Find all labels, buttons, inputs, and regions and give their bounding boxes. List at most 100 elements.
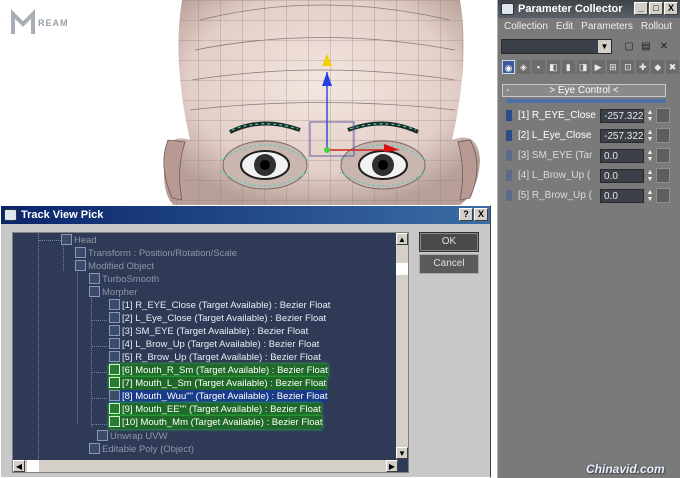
tree-node[interactable]: Unwrap UVW (97, 430, 168, 443)
param-select-toggle[interactable] (506, 130, 512, 141)
menu-rollout[interactable]: Rollout (641, 21, 672, 36)
tree-node[interactable]: [2] L_Eye_Close (Target Available) : Bez… (109, 312, 326, 325)
tree-node[interactable]: Head (61, 234, 97, 247)
scroll-right-icon[interactable]: ▶ (386, 460, 398, 472)
curve-icon (109, 403, 120, 414)
copy-collection-icon[interactable]: ▤ (640, 40, 652, 53)
menu-edit[interactable]: Edit (556, 21, 573, 36)
tree-node[interactable]: [6] Mouth_R_Sm (Target Available) : Bezi… (109, 364, 328, 377)
param-toolbar: ◉ ◈ ▪ ◧ ▮ ◨ ▶ ⊞ ⊡ ✚ ◆ ✖ (500, 60, 680, 78)
parameter-collector-titlebar[interactable]: Parameter Collector _ □ X (498, 0, 680, 18)
show-selected-icon[interactable]: ◆ (651, 60, 665, 74)
pick-node-button[interactable] (656, 128, 670, 143)
horizontal-scrollbar[interactable]: ◀ ▶ (13, 460, 398, 472)
track-tree[interactable]: Head Transform : Position/Rotation/Scale… (12, 232, 409, 473)
tree-node-label: Modified Object (88, 261, 155, 272)
cancel-button[interactable]: Cancel (419, 254, 479, 274)
param-select-toggle[interactable] (506, 190, 512, 201)
reset-params-icon[interactable]: ▪ (531, 60, 545, 74)
param-select-toggle[interactable] (506, 150, 512, 161)
pick-node-button[interactable] (656, 148, 670, 163)
param-value-field[interactable]: 0.0 (600, 169, 644, 183)
tree-node[interactable]: [4] L_Brow_Up (Target Available) : Bezie… (109, 338, 319, 351)
param-value-field[interactable]: -257.322 (600, 109, 644, 123)
curve-icon (109, 312, 120, 323)
param-select-toggle[interactable] (506, 170, 512, 181)
new-collection-icon[interactable]: ▢ (623, 40, 635, 53)
select-params-icon[interactable]: ◉ (502, 60, 516, 74)
add-params-icon[interactable]: ⊡ (621, 60, 635, 74)
param-value-field[interactable]: -257.322 (600, 129, 644, 143)
param-value-field[interactable]: 0.0 (600, 189, 644, 203)
vertical-scrollbar[interactable]: ▲ ▼ (396, 233, 408, 459)
add-rollout-icon[interactable]: ✚ (636, 60, 650, 74)
tree-node[interactable]: [8] Mouth_Wuu"" (Target Available) : Bez… (109, 390, 328, 403)
spinner-icon[interactable]: ▲ ▼ (646, 129, 654, 143)
track-view-pick-titlebar[interactable]: Track View Pick ? X (1, 206, 490, 224)
menu-parameters[interactable]: Parameters (581, 21, 633, 36)
param-row[interactable]: [1] R_EYE_Close -257.322 ▲ ▼ (506, 108, 676, 124)
help-button[interactable]: ? (459, 208, 473, 221)
param-row[interactable]: [5] R_Brow_Up ( 0.0 ▲ ▼ (506, 188, 676, 204)
param-label: [2] L_Eye_Close (518, 130, 592, 141)
curve-icon (109, 377, 120, 388)
param-row[interactable]: [3] SM_EYE (Tar 0.0 ▲ ▼ (506, 148, 676, 164)
tree-node[interactable]: Morpher (89, 286, 137, 299)
parameter-collector-title: Parameter Collector (518, 3, 623, 15)
logo-text: REAM (38, 18, 69, 28)
tree-node-label: Transform : Position/Rotation/Scale (88, 248, 238, 259)
minimize-button[interactable]: _ (634, 2, 648, 15)
tree-node[interactable]: Modified Object (75, 260, 154, 273)
tree-node-label: Editable Poly (Object) (102, 444, 194, 455)
absolute-relative-icon[interactable]: ▮ (561, 60, 575, 74)
tree-node[interactable]: [9] Mouth_EE"" (Target Available) : Bezi… (109, 403, 321, 416)
close-button[interactable]: X (474, 208, 488, 221)
tree-node[interactable]: [5] R_Brow_Up (Target Available) : Bezie… (109, 351, 321, 364)
spinner-icon[interactable]: ▲ ▼ (646, 189, 654, 203)
scroll-thumb[interactable] (396, 263, 408, 275)
move-up-icon[interactable]: ◨ (576, 60, 590, 74)
spinner-icon[interactable]: ▲ ▼ (646, 109, 654, 123)
parameter-collector-panel: Parameter Collector _ □ X Collection Edi… (497, 0, 680, 478)
pick-node-button[interactable] (656, 188, 670, 203)
object-icon (61, 234, 72, 245)
add-to-selected-icon[interactable]: ⊞ (606, 60, 620, 74)
pick-node-button[interactable] (656, 108, 670, 123)
pick-node-button[interactable] (656, 168, 670, 183)
multiple-edit-icon[interactable]: ◧ (546, 60, 560, 74)
param-row[interactable]: [4] L_Brow_Up ( 0.0 ▲ ▼ (506, 168, 676, 184)
spinner-icon[interactable]: ▲ ▼ (646, 169, 654, 183)
menu-collection[interactable]: Collection (504, 21, 548, 36)
maximize-button[interactable]: □ (649, 2, 663, 15)
tree-node-label: [4] L_Brow_Up (Target Available) : Bezie… (122, 339, 320, 350)
tree-node[interactable]: [1] R_EYE_Close (Target Available) : Bez… (109, 299, 330, 312)
param-select-toggle[interactable] (506, 110, 512, 121)
remove-icon[interactable]: ✖ (666, 60, 680, 74)
scroll-thumb[interactable] (27, 460, 39, 472)
scroll-down-icon[interactable]: ▼ (396, 447, 408, 459)
ok-button[interactable]: OK (419, 232, 479, 252)
modifier-icon (89, 273, 100, 284)
scroll-up-icon[interactable]: ▲ (396, 233, 408, 245)
rollout-header-eye-control[interactable]: - > Eye Control < (502, 84, 666, 97)
spinner-icon[interactable]: ▲ ▼ (646, 149, 654, 163)
tree-node-label: [7] Mouth_L_Sm (Target Available) : Bezi… (122, 378, 327, 389)
tree-node[interactable]: [7] Mouth_L_Sm (Target Available) : Bezi… (109, 377, 327, 390)
app-icon (501, 3, 514, 15)
tree-node[interactable]: [3] SM_EYE (Target Available) : Bezier F… (109, 325, 308, 338)
move-down-icon[interactable]: ▶ (591, 60, 605, 74)
tree-node[interactable]: Transform : Position/Rotation/Scale (75, 247, 237, 260)
tree-node-label: [9] Mouth_EE"" (Target Available) : Bezi… (122, 404, 321, 415)
param-row[interactable]: [2] L_Eye_Close -257.322 ▲ ▼ (506, 128, 676, 144)
collection-dropdown[interactable]: ▼ (501, 39, 612, 54)
key-params-icon[interactable]: ◈ (517, 60, 530, 74)
param-label: [1] R_EYE_Close (518, 110, 596, 121)
tree-node[interactable]: [10] Mouth_Mm (Target Available) : Bezie… (109, 416, 323, 429)
scroll-left-icon[interactable]: ◀ (13, 460, 25, 472)
tree-node[interactable]: Editable Poly (Object) (89, 443, 194, 456)
tree-node[interactable]: TurboSmooth (89, 273, 159, 286)
param-value-field[interactable]: 0.0 (600, 149, 644, 163)
close-button[interactable]: X (664, 2, 678, 15)
dialog-title: Track View Pick (21, 209, 104, 221)
delete-collection-icon[interactable]: ✕ (658, 40, 670, 53)
